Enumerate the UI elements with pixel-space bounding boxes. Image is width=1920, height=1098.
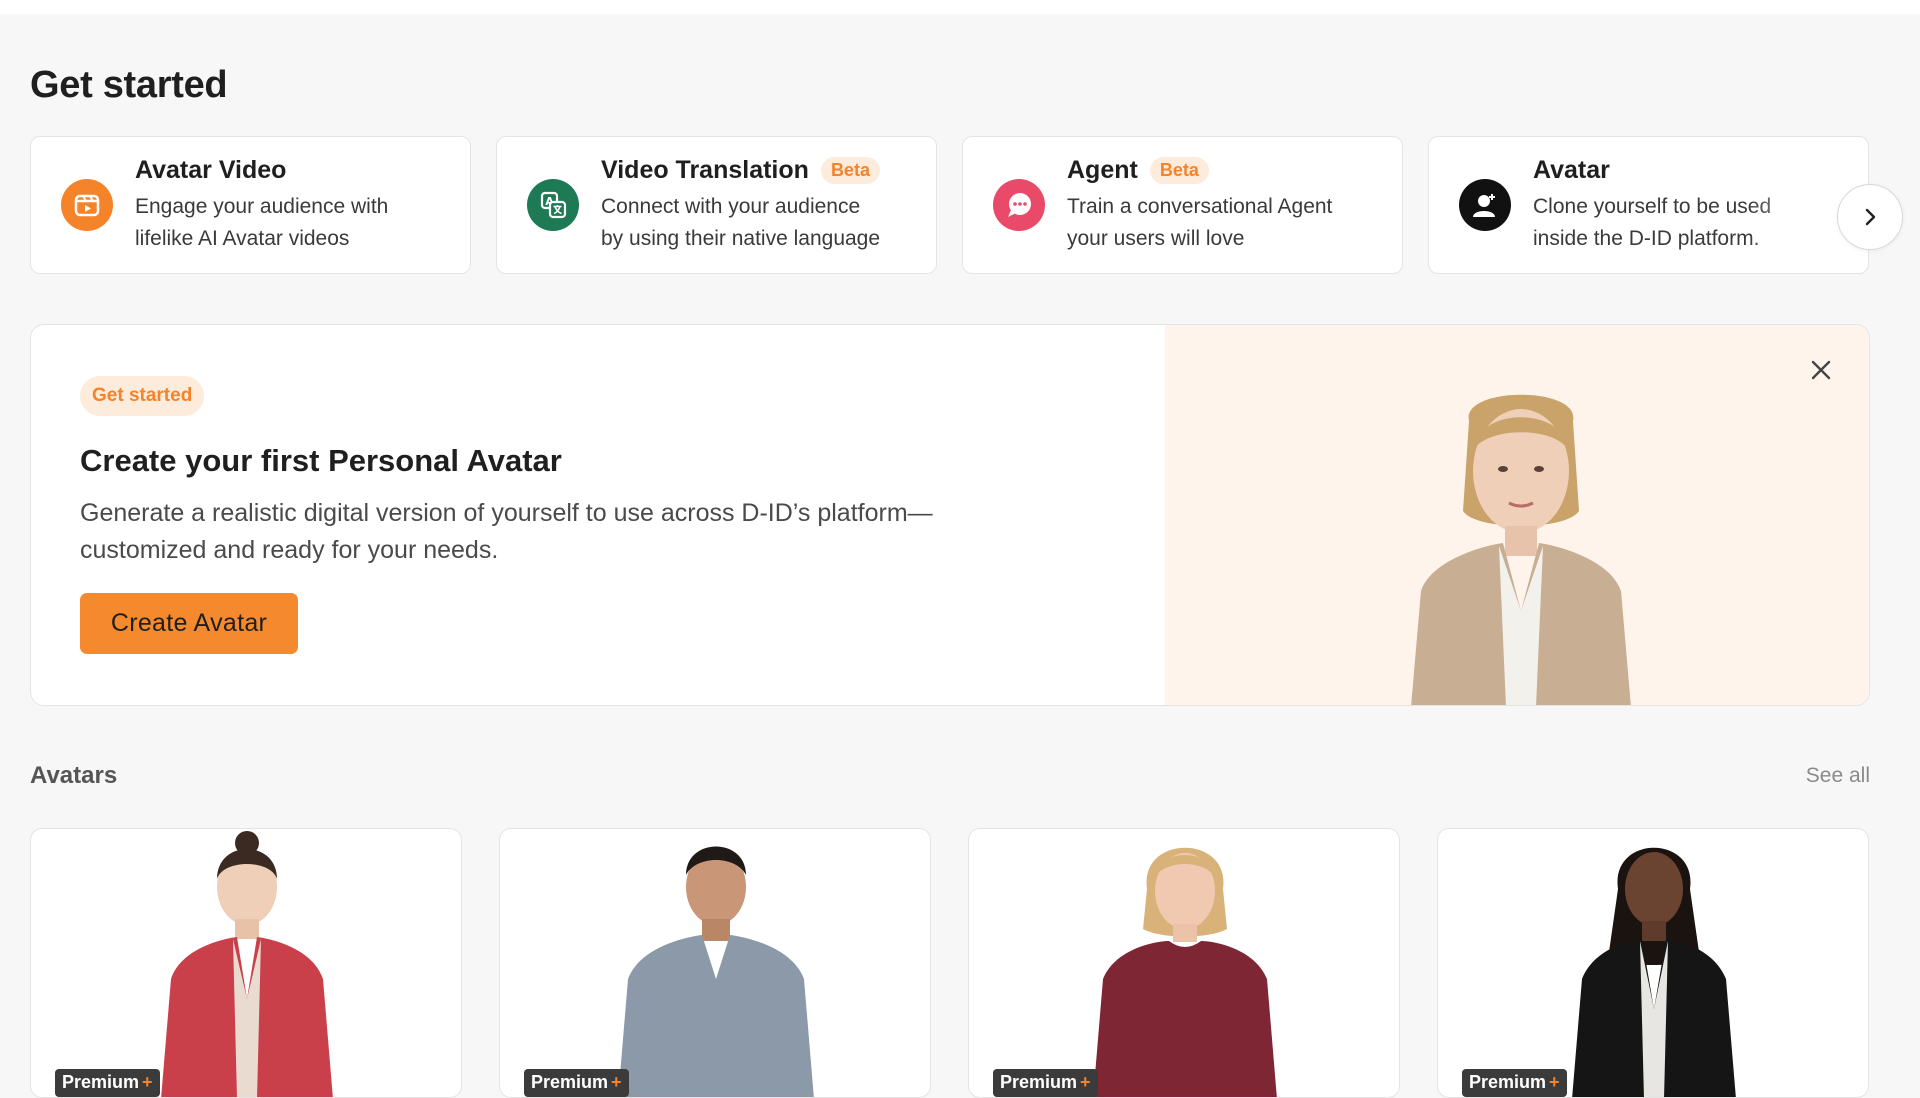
premium-badge: Premium +: [1462, 1069, 1567, 1097]
feature-card-avatar-video[interactable]: Avatar Video Engage your audience with l…: [30, 136, 471, 274]
premium-badge: Premium +: [993, 1069, 1098, 1097]
presenter-image: [1411, 394, 1631, 705]
avatar-card[interactable]: Premium +: [1437, 828, 1869, 1098]
feature-carousel: Avatar Video Engage your audience with l…: [30, 136, 1870, 276]
feature-title: Agent: [1067, 155, 1138, 184]
premium-label: Premium: [62, 1072, 140, 1092]
premium-label: Premium: [1469, 1072, 1547, 1092]
personal-avatar-banner: Get started Create your first Personal A…: [30, 324, 1870, 706]
banner-desc-line2: customized and ready for your needs.: [80, 536, 499, 564]
plus-icon: +: [1549, 1072, 1560, 1092]
avatar-image: [618, 846, 814, 1097]
feature-desc-line1: Engage your audience with: [135, 194, 389, 218]
feature-title-row: Avatar Video: [135, 156, 388, 185]
top-bar: [0, 0, 1920, 14]
feature-card-video-translation[interactable]: A Video Translation Beta Connect with yo…: [496, 136, 937, 274]
beta-badge: Beta: [1149, 156, 1209, 184]
banner-desc-line1: Generate a realistic digital version of …: [80, 499, 933, 527]
premium-badge: Premium +: [55, 1069, 160, 1097]
feature-desc-line1: Clone yourself to be used: [1533, 194, 1772, 218]
translate-icon: A: [527, 179, 579, 231]
feature-title: Avatar: [1533, 155, 1610, 184]
feature-desc-line2: by using their native language: [601, 226, 881, 250]
add-user-icon: [1459, 179, 1511, 231]
premium-label: Premium: [531, 1072, 609, 1092]
feature-title: Video Translation: [601, 155, 809, 184]
plus-icon: +: [142, 1072, 153, 1092]
get-started-pill: Get started: [80, 376, 205, 416]
feature-card-agent[interactable]: Agent Beta Train a conversational Agent …: [962, 136, 1403, 274]
feature-title-row: Video Translation Beta: [601, 156, 880, 185]
create-avatar-button[interactable]: Create Avatar: [80, 593, 298, 654]
feature-desc-line2: inside the D-ID platform.: [1533, 226, 1760, 250]
avatar-card[interactable]: Premium +: [499, 828, 931, 1098]
plus-icon: +: [611, 1072, 622, 1092]
avatar-image: [1572, 847, 1736, 1097]
close-banner-button[interactable]: [1804, 353, 1838, 387]
carousel-next-button[interactable]: [1837, 184, 1903, 250]
avatar-image: [161, 831, 333, 1097]
banner-description: Generate a realistic digital version of …: [80, 495, 1020, 569]
avatar-image: [1093, 847, 1277, 1097]
chat-agent-icon: [993, 179, 1045, 231]
beta-badge: Beta: [820, 156, 880, 184]
plus-icon: +: [1080, 1072, 1091, 1092]
feature-desc-line1: Connect with your audience: [601, 194, 861, 218]
feature-text: Avatar Clone yourself to be used inside …: [1533, 156, 1771, 255]
feature-text: Avatar Video Engage your audience with l…: [135, 156, 388, 255]
premium-badge: Premium +: [524, 1069, 629, 1097]
video-avatar-icon: [61, 179, 113, 231]
feature-title: Avatar Video: [135, 155, 287, 184]
avatar-card[interactable]: Premium +: [968, 828, 1400, 1098]
feature-desc-line2: your users will love: [1067, 226, 1245, 250]
close-icon: [1811, 360, 1831, 380]
feature-desc-line1: Train a conversational Agent: [1067, 194, 1333, 218]
feature-desc-line2: lifelike AI Avatar videos: [135, 226, 350, 250]
feature-card-avatar[interactable]: Avatar Clone yourself to be used inside …: [1428, 136, 1869, 274]
feature-text: Video Translation Beta Connect with your…: [601, 156, 880, 255]
feature-title-row: Agent Beta: [1067, 156, 1332, 185]
page-title: Get started: [30, 64, 228, 106]
premium-label: Premium: [1000, 1072, 1078, 1092]
see-all-link[interactable]: See all: [1806, 764, 1870, 788]
feature-title-row: Avatar: [1533, 156, 1771, 185]
banner-title: Create your first Personal Avatar: [80, 443, 562, 478]
feature-text: Agent Beta Train a conversational Agent …: [1067, 156, 1332, 255]
chevron-right-icon: [1865, 208, 1876, 226]
avatars-section-title: Avatars: [30, 762, 118, 789]
avatar-card[interactable]: Premium +: [30, 828, 462, 1098]
